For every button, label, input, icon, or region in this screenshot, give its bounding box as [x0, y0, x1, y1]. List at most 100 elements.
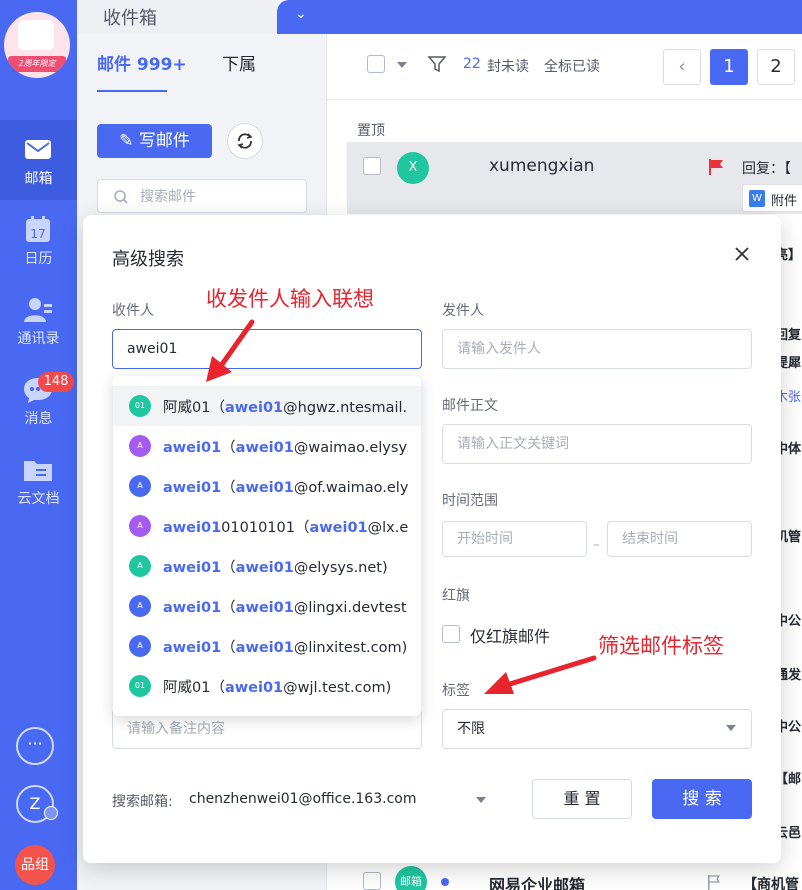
- app-logo-button[interactable]: 品组: [15, 845, 55, 885]
- tab-mail[interactable]: 邮件 999+: [97, 50, 187, 75]
- reset-button[interactable]: 重 置: [532, 779, 632, 819]
- page-button-1[interactable]: 1: [710, 49, 748, 85]
- mail-icon: [25, 140, 51, 159]
- chevron-down-icon[interactable]: ⌄: [295, 6, 307, 22]
- suggestion-item[interactable]: A awei01（awei01@linxitest.com): [113, 626, 421, 666]
- heart-icon: [18, 20, 54, 50]
- pinned-section-label: 置顶: [357, 123, 385, 139]
- mail-checkbox[interactable]: [363, 872, 381, 890]
- contact-avatar: A: [129, 555, 151, 577]
- compose-button[interactable]: ✎ 写邮件: [97, 124, 212, 158]
- nav-item-cloud-docs[interactable]: 云文档: [0, 440, 77, 520]
- suggestion-item[interactable]: A awei01（awei01@lingxi.devtest.com: [113, 586, 421, 626]
- tab-subordinates[interactable]: 下属: [222, 50, 256, 75]
- left-nav: 2周年限定 邮箱 17 日历 通讯录 消息 148 云文档 ··· Z 品组: [0, 0, 77, 890]
- nav-label: 消息: [24, 411, 53, 427]
- calendar-day: 17: [30, 227, 45, 241]
- suggestion-item[interactable]: A awei01（awei01@of.waimao.elysys.net: [113, 466, 421, 506]
- attachment-chip[interactable]: W 附件: [742, 184, 802, 212]
- sender-avatar: X: [397, 152, 429, 184]
- suggestion-text: 阿威01（awei01@wjl.test.com): [163, 680, 392, 696]
- mail-subject: 回复：【: [742, 161, 791, 177]
- sender-avatar: 邮箱: [395, 866, 427, 890]
- suggestion-text: awei01（awei01@lingxi.devtest.com: [163, 600, 408, 616]
- contact-avatar: A: [129, 435, 151, 457]
- end-time-input[interactable]: 结束时间: [607, 521, 752, 557]
- chevron-left-icon: ‹: [678, 56, 686, 77]
- contact-avatar: A: [129, 595, 151, 617]
- sender-name: xumengxian: [489, 156, 595, 176]
- suggestion-text: 阿威01（awei01@hgwz.ntesmail.com: [163, 400, 408, 416]
- tab-inbox-label: 收件箱: [103, 8, 157, 29]
- search-button[interactable]: 搜 索: [652, 779, 752, 819]
- unread-count[interactable]: 22: [463, 56, 481, 72]
- link-icon: [44, 806, 58, 820]
- page-button-2[interactable]: 2: [757, 49, 795, 85]
- contact-avatar: A: [129, 475, 151, 497]
- flag-only-checkbox[interactable]: [442, 625, 460, 643]
- word-file-icon: W: [749, 190, 765, 207]
- mark-all-read-button[interactable]: 全标已读: [544, 56, 600, 76]
- suggestion-text: awei01（awei01@elysys.net): [163, 560, 388, 576]
- caret-down-icon[interactable]: [476, 797, 486, 803]
- caret-down-icon[interactable]: [726, 725, 736, 731]
- unread-dot: [441, 878, 449, 886]
- mail-row-pinned[interactable]: X xumengxian 回复：【 W 附件: [347, 142, 802, 214]
- search-icon: [114, 190, 128, 204]
- unread-messages-badge: 148: [38, 372, 74, 392]
- tag-select[interactable]: 不限: [442, 709, 752, 749]
- dialog-title: 高级搜索: [112, 249, 184, 270]
- start-time-input[interactable]: 开始时间: [442, 521, 587, 557]
- nav-item-mail[interactable]: 邮箱: [0, 120, 77, 200]
- contacts-icon: [24, 298, 52, 322]
- prev-page-button[interactable]: ‹: [663, 49, 701, 85]
- nav-item-contacts[interactable]: 通讯录: [0, 280, 77, 360]
- recipient-input[interactable]: awei01: [112, 329, 422, 369]
- active-tab-underline: [97, 90, 167, 92]
- body-label: 邮件正文: [442, 398, 498, 414]
- filter-icon[interactable]: [427, 54, 447, 74]
- time-range-label: 时间范围: [442, 493, 498, 509]
- sender-input[interactable]: 请输入发件人: [442, 329, 752, 369]
- suggestion-item[interactable]: A awei01（awei01@elysys.net): [113, 546, 421, 586]
- select-all-checkbox[interactable]: [367, 55, 385, 73]
- suggestion-text: awei0101010101（awei01@lx.elysys.net: [163, 520, 408, 536]
- red-flag-icon[interactable]: [707, 158, 725, 176]
- contact-avatar: 01: [129, 395, 151, 417]
- flag-outline-icon[interactable]: [707, 874, 721, 890]
- search-mailbox-select[interactable]: chenzhenwei01@office.163.com: [189, 791, 416, 807]
- suggestion-text: awei01（awei01@of.waimao.elysys.net: [163, 480, 408, 496]
- body-keyword-input[interactable]: 请输入正文关键词: [442, 424, 752, 464]
- nav-item-calendar[interactable]: 17 日历: [0, 200, 77, 280]
- tab-inbox[interactable]: 收件箱: [77, 0, 277, 34]
- suggestion-text: awei01（awei01@waimao.elysys.net: [163, 440, 408, 456]
- nav-label: 通讯录: [17, 331, 60, 347]
- suggestion-item[interactable]: A awei01（awei01@waimao.elysys.net: [113, 426, 421, 466]
- caret-down-icon[interactable]: [397, 62, 407, 68]
- suggestion-item[interactable]: A awei0101010101（awei01@lx.elysys.net: [113, 506, 421, 546]
- mail-subject: 【商机管: [743, 877, 799, 890]
- suggestion-item[interactable]: 01 阿威01（awei01@hgwz.ntesmail.com: [113, 386, 421, 426]
- tag-label: 标签: [442, 683, 470, 699]
- flag-only-label[interactable]: 仅红旗邮件: [470, 623, 550, 647]
- recipient-label: 收件人: [112, 303, 154, 319]
- unread-label[interactable]: 封未读: [487, 56, 529, 76]
- suggestion-item[interactable]: 01 阿威01（awei01@wjl.test.com): [113, 666, 421, 706]
- annotation-arrow-icon: [206, 319, 255, 382]
- search-mailbox-label: 搜索邮箱:: [112, 794, 173, 810]
- flag-label: 红旗: [442, 588, 470, 604]
- mail-row-bottom[interactable]: 邮箱 网易企业邮箱 【商机管: [327, 862, 802, 890]
- anniversary-logo[interactable]: 2周年限定: [4, 12, 70, 78]
- calendar-icon: 17: [26, 216, 50, 242]
- more-button[interactable]: ···: [16, 727, 54, 765]
- close-icon[interactable]: [731, 243, 753, 265]
- compose-label: 写邮件: [138, 131, 190, 151]
- sender-label: 发件人: [442, 303, 484, 319]
- range-separator: –: [593, 537, 600, 553]
- folder-icon: [24, 461, 52, 481]
- annotation-arrow-icon: [484, 655, 597, 694]
- mail-checkbox[interactable]: [363, 157, 381, 175]
- refresh-button[interactable]: [227, 123, 263, 159]
- list-toolbar: 22 封未读 全标已读 ‹ 1 2: [327, 34, 802, 100]
- edit-icon: ✎: [119, 131, 134, 151]
